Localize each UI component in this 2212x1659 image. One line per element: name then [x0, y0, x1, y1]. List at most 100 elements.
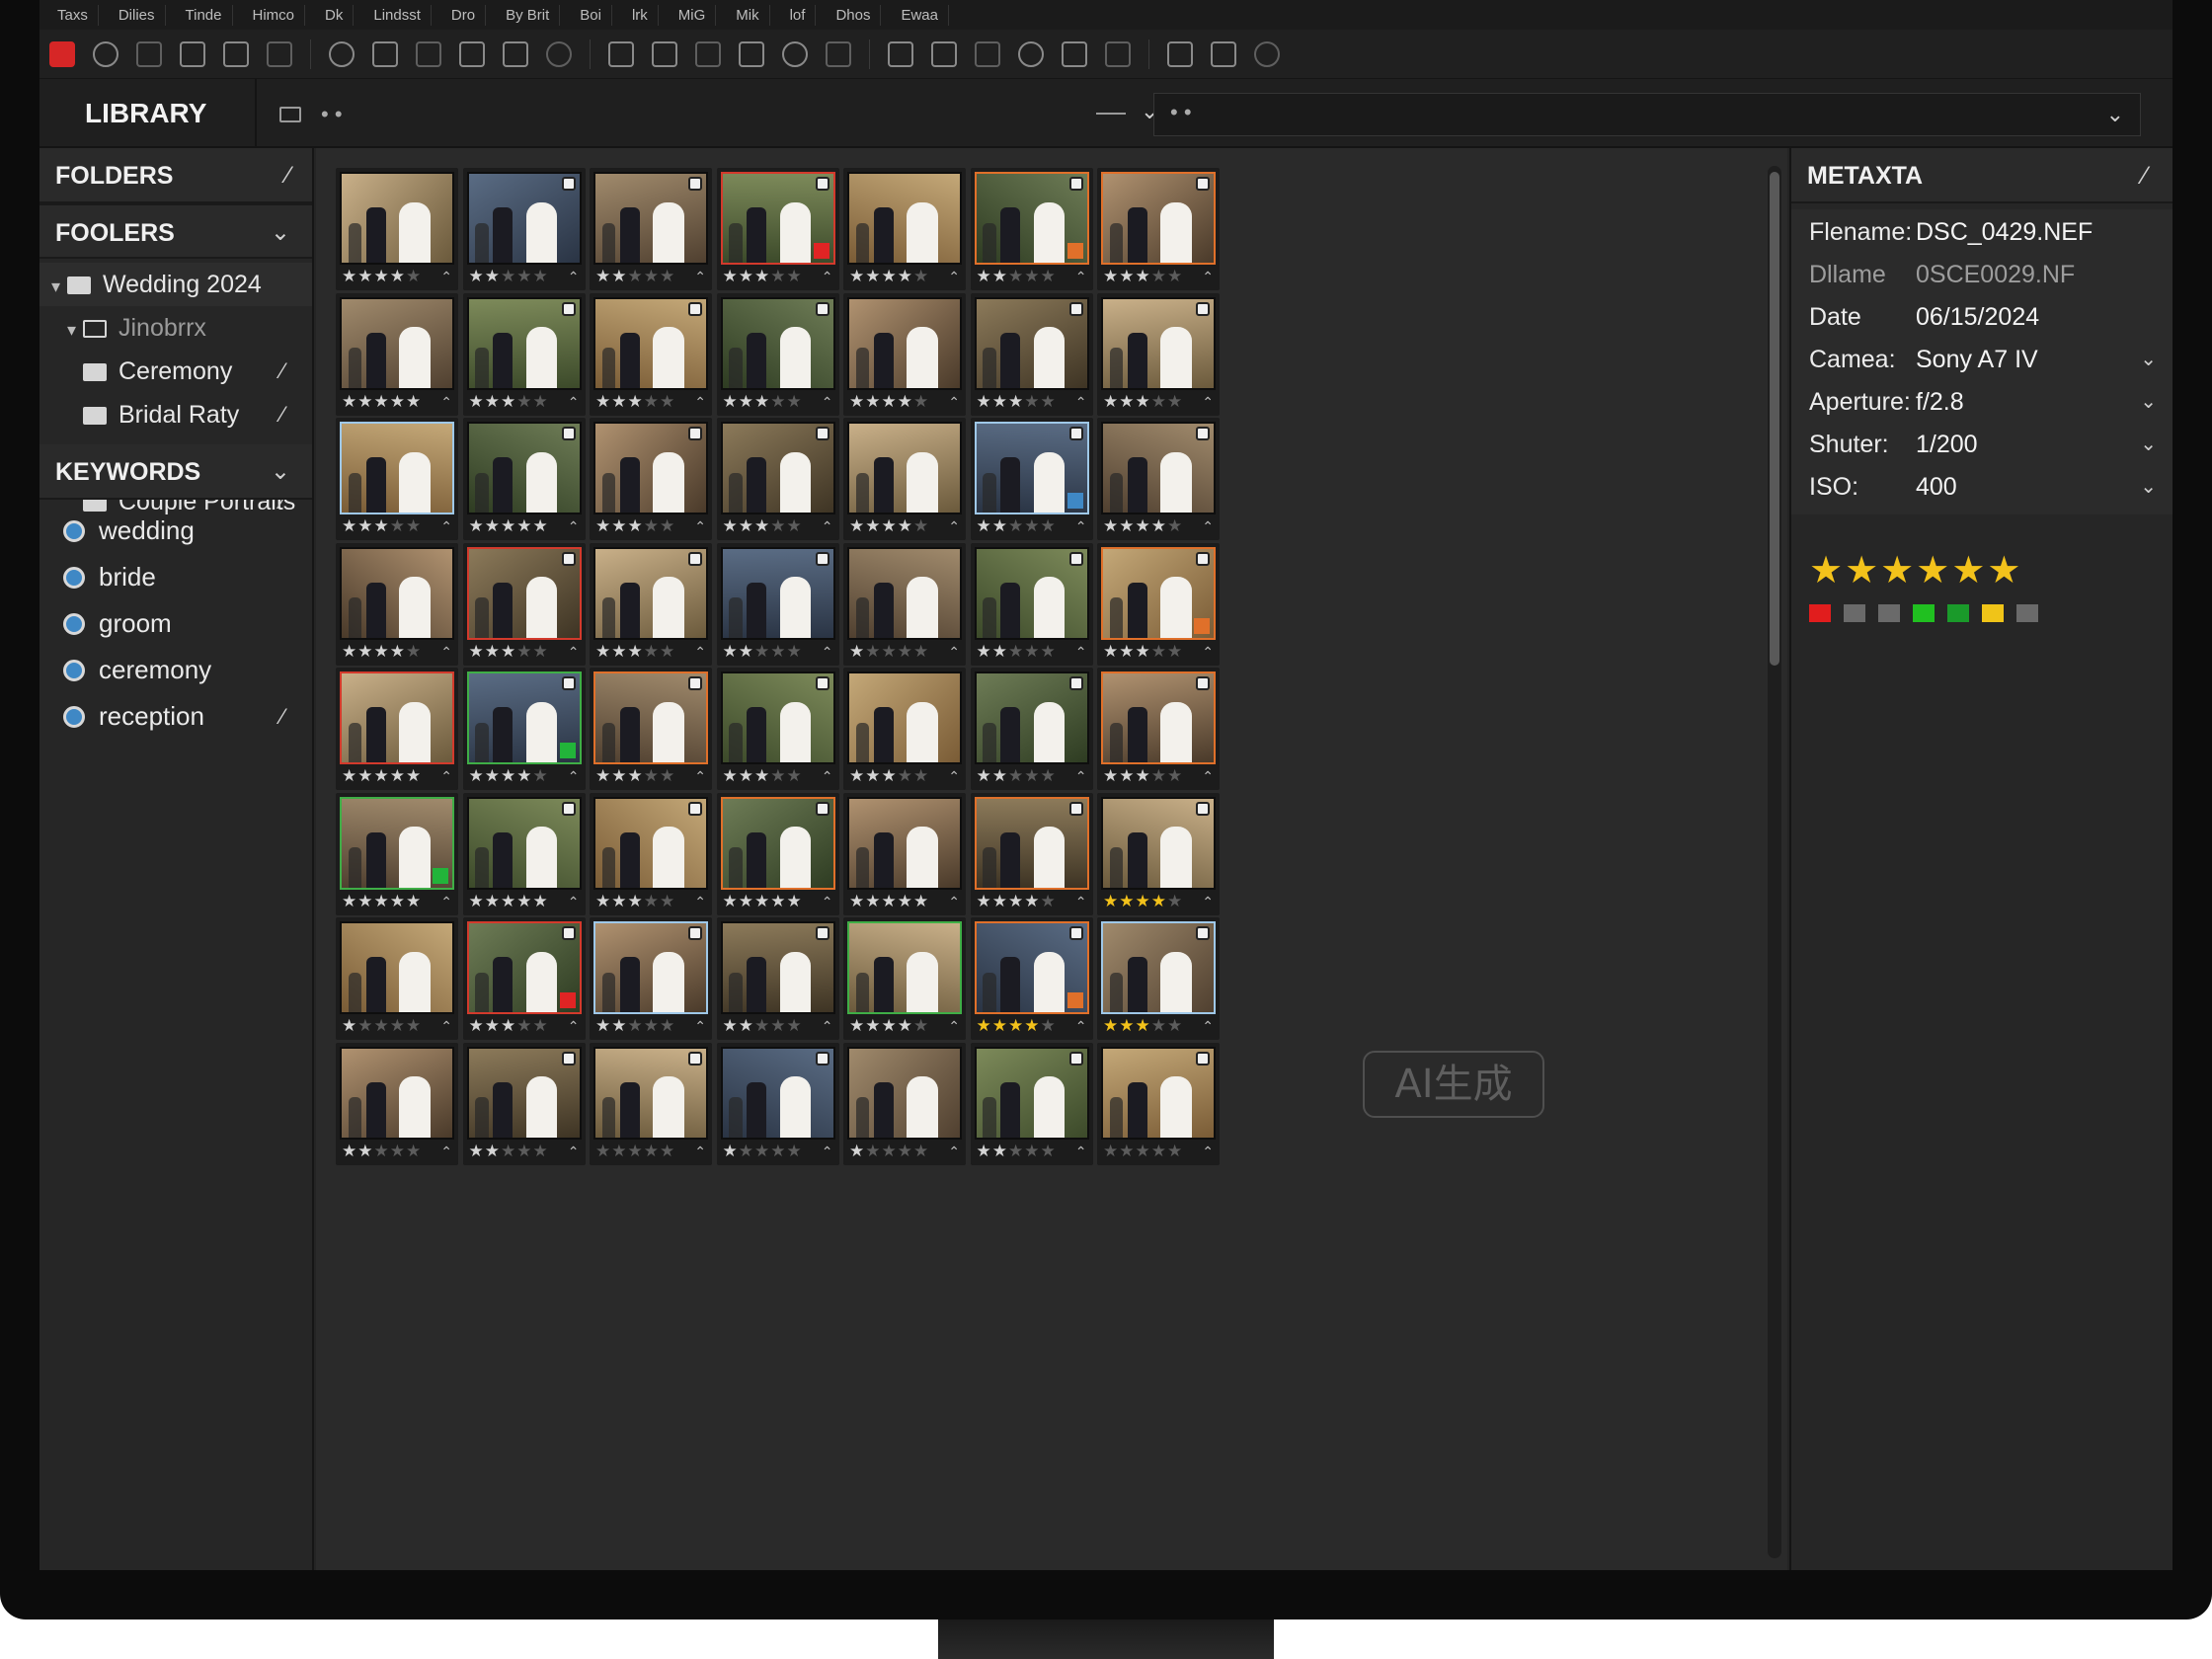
star-icon[interactable]: ★ [739, 1142, 754, 1160]
star-icon[interactable]: ★ [1024, 516, 1040, 535]
flag-icon[interactable]: ⌃ [1075, 518, 1087, 535]
photo-rating-stars[interactable]: ★★★★★ [977, 1017, 1057, 1035]
star-icon[interactable]: ★ [1103, 892, 1119, 910]
photo-rating-stars[interactable]: ★★★★★ [977, 517, 1057, 535]
star-icon[interactable]: ★ [595, 892, 611, 910]
photo-thumbnail[interactable]: ★★★★★ ⌃ [970, 292, 1093, 416]
star-icon[interactable]: ★ [787, 1142, 803, 1160]
star-icon[interactable]: ★ [1008, 642, 1024, 661]
photo-thumbnail[interactable]: ★★★★★ ⌃ [1097, 792, 1220, 915]
photo-thumbnail[interactable]: ★★★★★ ⌃ [336, 792, 458, 915]
color-swatch[interactable] [1809, 604, 1831, 622]
circle-icon[interactable] [93, 40, 118, 67]
star-icon[interactable]: ★ [485, 892, 501, 910]
photo-thumbnail[interactable]: ★★★★★ ⌃ [590, 418, 712, 540]
flag-icon[interactable]: ⌃ [568, 768, 580, 785]
menu-item[interactable]: Dro [441, 4, 487, 26]
star-icon[interactable]: ★ [660, 642, 675, 661]
flag-icon[interactable]: ⌃ [568, 644, 580, 661]
photo-rating-stars[interactable]: ★★★★★ [723, 767, 803, 785]
star-icon[interactable]: ★ [595, 392, 611, 411]
photo-thumbnail[interactable]: ★★★★★ ⌃ [462, 542, 586, 666]
star-icon[interactable]: ★ [1916, 550, 1951, 592]
flag-icon[interactable]: ⌃ [694, 644, 706, 661]
star-icon[interactable]: ★ [406, 392, 422, 411]
edit-icon[interactable]: ⁄ [2143, 148, 2147, 203]
star-icon[interactable]: ★ [849, 392, 865, 411]
star-icon[interactable]: ★ [770, 516, 786, 535]
star-icon[interactable]: ★ [898, 766, 913, 785]
color-swatch[interactable] [1982, 604, 2004, 622]
star-icon[interactable]: ★ [611, 267, 627, 285]
star-icon[interactable]: ★ [485, 1016, 501, 1035]
menu-item[interactable]: Tinde [176, 4, 233, 26]
star-icon[interactable]: ★ [516, 1142, 532, 1160]
star-icon[interactable]: ★ [977, 516, 992, 535]
star-icon[interactable]: ★ [1151, 392, 1167, 411]
disclosure-icon[interactable]: ▾ [51, 265, 67, 308]
check-icon[interactable] [931, 40, 957, 67]
star-icon[interactable]: ★ [516, 766, 532, 785]
star-icon[interactable]: ★ [374, 642, 390, 661]
metadata-value[interactable]: 400 [1916, 466, 1957, 509]
photo-thumbnail[interactable]: ★★★★★ ⌃ [716, 1042, 839, 1165]
photo-rating-stars[interactable]: ★★★★★ [342, 268, 422, 285]
star-icon[interactable]: ★ [1136, 1142, 1151, 1160]
star-icon[interactable]: ★ [723, 267, 739, 285]
photo-thumbnail[interactable]: ★★★★★ ⌃ [843, 418, 966, 540]
chevron-down-icon[interactable]: ⌄ [2140, 339, 2157, 381]
star-icon[interactable]: ★ [754, 642, 770, 661]
star-icon[interactable]: ★ [644, 766, 660, 785]
star-icon[interactable]: ★ [1119, 1142, 1135, 1160]
star-icon[interactable]: ★ [469, 766, 485, 785]
star-icon[interactable]: ★ [342, 1016, 357, 1035]
photo-thumbnail[interactable]: ★★★★★ ⌃ [843, 292, 966, 416]
photo-rating-stars[interactable]: ★★★★★ [849, 517, 929, 535]
star-icon[interactable]: ★ [1880, 550, 1916, 592]
star-icon[interactable]: ★ [390, 392, 406, 411]
star-icon[interactable]: ★ [992, 516, 1008, 535]
photo-thumbnail[interactable]: ★★★★★ ⌃ [970, 418, 1093, 540]
star-icon[interactable]: ★ [1167, 1016, 1183, 1035]
star-icon[interactable]: ★ [357, 392, 373, 411]
star-icon[interactable]: ★ [913, 267, 929, 285]
star-icon[interactable]: ★ [644, 1016, 660, 1035]
menu-item[interactable]: By Brit [496, 4, 561, 26]
star-icon[interactable]: ★ [357, 267, 373, 285]
star-icon[interactable]: ★ [533, 516, 549, 535]
photo-thumbnail[interactable]: ★★★★★ ⌃ [336, 542, 458, 666]
star-icon[interactable]: ★ [992, 892, 1008, 910]
menu-item[interactable]: Dk [315, 4, 355, 26]
layout-icon[interactable] [826, 40, 851, 67]
flag-icon[interactable]: ⌃ [568, 1018, 580, 1035]
flag-icon[interactable]: ⌃ [1075, 394, 1087, 411]
star-icon[interactable]: ★ [754, 392, 770, 411]
settings-icon[interactable] [1254, 40, 1280, 67]
photo-thumbnail[interactable]: ★★★★★ ⌃ [590, 1042, 712, 1165]
flag-icon[interactable]: ⌃ [568, 518, 580, 535]
flag-icon[interactable]: ⌃ [440, 518, 452, 535]
star-icon[interactable]: ★ [1951, 550, 1987, 592]
photo-rating-stars[interactable]: ★★★★★ [1103, 392, 1183, 411]
crop-icon[interactable] [223, 40, 249, 67]
star-icon[interactable]: ★ [406, 1016, 422, 1035]
star-icon[interactable]: ★ [595, 766, 611, 785]
photo-rating-stars[interactable]: ★★★★★ [723, 517, 803, 535]
star-icon[interactable]: ★ [1151, 516, 1167, 535]
photo-rating-stars[interactable]: ★★★★★ [977, 268, 1057, 285]
flag-icon[interactable]: ⌃ [568, 894, 580, 910]
flag-icon[interactable]: ⌃ [440, 644, 452, 661]
flag-icon[interactable]: ⌃ [440, 894, 452, 910]
star-icon[interactable]: ★ [882, 766, 898, 785]
star-icon[interactable]: ★ [913, 766, 929, 785]
photo-rating-stars[interactable]: ★★★★★ [723, 392, 803, 411]
star-icon[interactable]: ★ [390, 892, 406, 910]
photo-rating-stars[interactable]: ★★★★★ [469, 767, 549, 785]
flag-icon[interactable]: ⌃ [694, 1144, 706, 1160]
flag-icon[interactable]: ⌃ [1202, 1018, 1214, 1035]
photo-rating-stars[interactable]: ★★★★★ [342, 1017, 422, 1035]
folder-tree-header[interactable]: FOOLERS ⌄ [40, 203, 312, 259]
star-icon[interactable]: ★ [374, 267, 390, 285]
photo-thumbnail[interactable]: ★★★★★ ⌃ [462, 418, 586, 540]
star-icon[interactable]: ★ [770, 892, 786, 910]
